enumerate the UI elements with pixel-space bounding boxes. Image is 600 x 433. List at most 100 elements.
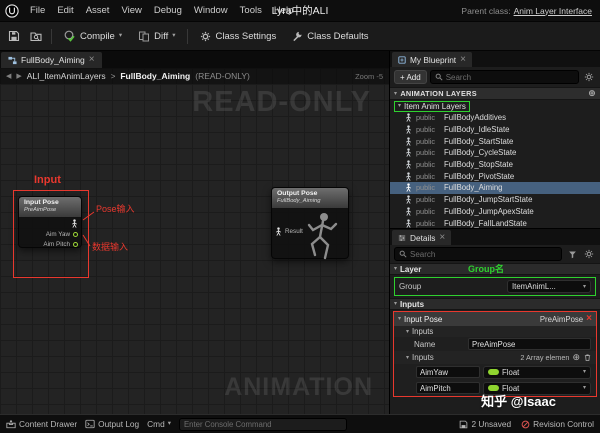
layer-row-startstate[interactable]: public FullBody_StartState bbox=[390, 135, 600, 147]
unsaved-status[interactable]: 2 Unsaved bbox=[459, 419, 511, 429]
browse-button[interactable] bbox=[26, 26, 46, 46]
filter-button[interactable] bbox=[565, 247, 579, 261]
settings-button[interactable] bbox=[582, 70, 596, 84]
menu-item-tools[interactable]: Tools bbox=[234, 0, 268, 22]
close-icon[interactable]: × bbox=[89, 55, 95, 65]
input-pose-property-row[interactable]: ▾ Input Pose PreAimPose × bbox=[394, 312, 596, 326]
element-name-field[interactable] bbox=[416, 366, 480, 378]
remove-input-pose-button[interactable]: × bbox=[586, 314, 592, 324]
layer-row-stopstate[interactable]: public FullBody_StopState bbox=[390, 159, 600, 171]
layer-row-cyclestate[interactable]: public FullBody_CycleState bbox=[390, 147, 600, 159]
back-icon[interactable]: ◀ bbox=[6, 72, 11, 80]
layer-visibility: public bbox=[416, 206, 436, 216]
group-dropdown-value: ItemAnimL... bbox=[512, 282, 556, 291]
menu-item-file[interactable]: File bbox=[24, 0, 51, 22]
graph-canvas[interactable]: READ-ONLY ANIMATION ◀ ▶ ALI_ItemAnimLaye… bbox=[0, 68, 389, 414]
animation-layers-section-header[interactable]: ▾ ANIMATION LAYERS ⊕ bbox=[390, 87, 600, 100]
inputs-category-label: Inputs bbox=[400, 299, 425, 309]
layer-row-jumpapexstate[interactable]: public FullBody_JumpApexState bbox=[390, 206, 600, 218]
parent-class: Parent class: Anim Layer Interface bbox=[461, 6, 600, 16]
chevron-down-icon[interactable]: ▾ bbox=[398, 103, 401, 109]
pose-pin-icon[interactable] bbox=[71, 219, 78, 228]
person-icon bbox=[406, 183, 411, 193]
output-log-button[interactable]: Output Log bbox=[85, 419, 139, 429]
pose-pin-icon[interactable] bbox=[275, 227, 282, 236]
output-pose-node[interactable]: Output Pose FullBody_Aiming Result bbox=[271, 187, 349, 259]
chevron-down-icon[interactable]: ▾ bbox=[172, 32, 175, 40]
layer-row-jumpstartstate[interactable]: public FullBody_JumpStartState bbox=[390, 194, 600, 206]
layer-row-falllandstate[interactable]: public FullBody_FallLandState bbox=[390, 217, 600, 228]
revision-control-button[interactable]: Revision Control bbox=[521, 419, 594, 429]
my-blueprint-search[interactable] bbox=[429, 70, 579, 84]
diff-button[interactable]: Diff ▾ bbox=[131, 26, 182, 47]
add-layer-icon[interactable]: ⊕ bbox=[588, 88, 596, 99]
details-search[interactable] bbox=[394, 247, 562, 261]
class-settings-button[interactable]: Class Settings bbox=[193, 26, 283, 47]
class-settings-label: Class Settings bbox=[215, 30, 277, 42]
inputs-subsection-row[interactable]: ▾ Inputs bbox=[394, 326, 596, 337]
diff-label: Diff bbox=[154, 30, 169, 42]
trash-icon[interactable] bbox=[583, 353, 592, 362]
animation-watermark: ANIMATION bbox=[224, 373, 373, 401]
tab-my-blueprint[interactable]: My Blueprint × bbox=[392, 52, 472, 67]
parent-class-link[interactable]: Anim Layer Interface bbox=[514, 6, 592, 16]
graph-tab-label: FullBody_Aiming bbox=[21, 55, 85, 65]
layer-row-aiming-selected[interactable]: public FullBody_Aiming bbox=[390, 182, 600, 194]
layer-row-idlestate[interactable]: public FullBody_IdleState bbox=[390, 124, 600, 136]
menu-bar: File Edit Asset View Debug Window Tools … bbox=[0, 0, 600, 22]
name-field[interactable] bbox=[468, 338, 591, 350]
unreal-logo[interactable] bbox=[0, 0, 24, 21]
name-property-row: Name bbox=[394, 337, 596, 351]
group-property-label: Group bbox=[399, 282, 422, 291]
close-icon[interactable]: × bbox=[439, 232, 445, 243]
tab-details[interactable]: Details × bbox=[392, 230, 452, 245]
menu-item-window[interactable]: Window bbox=[188, 0, 234, 22]
cmd-dropdown[interactable]: Cmd ▾ bbox=[147, 419, 171, 429]
chevron-down-icon: ▾ bbox=[582, 385, 586, 391]
add-array-element-button[interactable]: ⊕ bbox=[572, 353, 580, 362]
element-name-field[interactable] bbox=[416, 382, 480, 394]
inputs-category-header[interactable]: ▾ Inputs bbox=[390, 298, 600, 310]
save-button[interactable] bbox=[4, 26, 24, 46]
tab-fullbody-aiming[interactable]: FullBody_Aiming × bbox=[1, 52, 102, 68]
annotation-box-inputs: ▾ Input Pose PreAimPose × ▾ Inputs Name … bbox=[393, 311, 597, 397]
class-defaults-button[interactable]: Class Defaults bbox=[285, 26, 375, 47]
menu-item-asset[interactable]: Asset bbox=[80, 0, 116, 22]
inputs-array-label: Inputs bbox=[412, 353, 434, 362]
input-pose-property-label: Input Pose bbox=[404, 314, 443, 324]
search-input[interactable] bbox=[445, 72, 574, 82]
gear-icon bbox=[584, 249, 594, 259]
group-dropdown[interactable]: ItemAnimL... ▾ bbox=[507, 280, 591, 293]
chevron-down-icon[interactable]: ▾ bbox=[119, 32, 122, 40]
layer-row-pivotstate[interactable]: public FullBody_PivotState bbox=[390, 170, 600, 182]
float-pin-icon[interactable] bbox=[73, 232, 78, 238]
forward-icon[interactable]: ▶ bbox=[16, 72, 21, 80]
breadcrumb-current[interactable]: FullBody_Aiming bbox=[120, 71, 190, 81]
layer-visibility: public bbox=[416, 195, 436, 205]
layer-row-fullbodyadditives[interactable]: public FullBodyAdditives bbox=[390, 112, 600, 124]
add-button[interactable]: + Add bbox=[394, 70, 427, 84]
search-input[interactable] bbox=[410, 249, 557, 259]
menu-item-debug[interactable]: Debug bbox=[148, 0, 188, 22]
close-icon[interactable]: × bbox=[460, 54, 466, 65]
menu-item-view[interactable]: View bbox=[115, 0, 147, 22]
compile-button[interactable]: Compile ▾ bbox=[57, 26, 129, 47]
wrench-icon bbox=[293, 31, 302, 41]
console-command-input[interactable] bbox=[183, 419, 342, 429]
breadcrumb-root[interactable]: ALI_ItemAnimLayers bbox=[27, 71, 106, 81]
float-pin-icon[interactable] bbox=[73, 242, 78, 248]
content-drawer-button[interactable]: Content Drawer bbox=[6, 419, 77, 429]
inputs-array-row[interactable]: ▾ Inputs 2 Array elemen ⊕ bbox=[394, 351, 596, 364]
unreal-editor-window: File Edit Asset View Debug Window Tools … bbox=[0, 0, 600, 433]
item-anim-layers-group-row[interactable]: ▾ Item Anim Layers bbox=[390, 100, 600, 112]
output-pose-node-body: Result bbox=[272, 209, 348, 263]
person-icon bbox=[406, 113, 411, 123]
search-icon bbox=[399, 250, 407, 258]
layer-visibility: public bbox=[416, 171, 436, 181]
details-settings-button[interactable] bbox=[582, 247, 596, 261]
element-type-dropdown[interactable]: Float ▾ bbox=[483, 365, 591, 379]
input-pose-node[interactable]: Input Pose PreAimPose Aim Yaw Aim Pitch bbox=[18, 196, 82, 248]
details-tab-label: Details bbox=[410, 232, 436, 243]
menu-item-edit[interactable]: Edit bbox=[51, 0, 79, 22]
console-command-box[interactable] bbox=[178, 417, 347, 431]
